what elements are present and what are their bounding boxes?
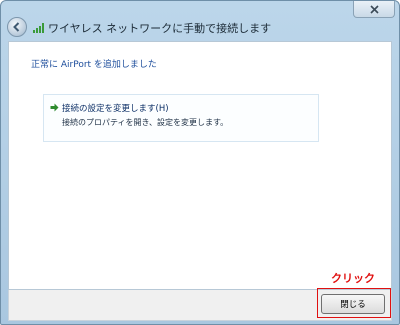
close-button[interactable]: 閉じる [321, 294, 385, 314]
window-close-button[interactable] [353, 1, 395, 18]
back-arrow-icon [13, 22, 20, 32]
green-arrow-icon [50, 103, 59, 112]
option-title: 接続の設定を変更します(H) [62, 104, 169, 114]
window-title: ワイヤレス ネットワークに手動で接続します [48, 22, 272, 35]
page-headline: 正常に AirPort を追加しました [31, 60, 157, 70]
change-settings-option[interactable]: 接続の設定を変更します(H) 接続のプロパティを開き、設定を変更します。 [43, 94, 319, 142]
click-annotation: クリック [331, 272, 375, 285]
wireless-network-icon [33, 23, 44, 33]
dialog-content: 正常に AirPort を追加しました 接続の設定を変更します(H) 接続のプロ… [8, 41, 392, 290]
title-bar: ワイヤレス ネットワークに手動で接続します [1, 1, 399, 41]
back-button[interactable] [7, 17, 27, 37]
close-icon [370, 5, 379, 14]
option-description: 接続のプロパティを開き、設定を変更します。 [62, 118, 229, 127]
